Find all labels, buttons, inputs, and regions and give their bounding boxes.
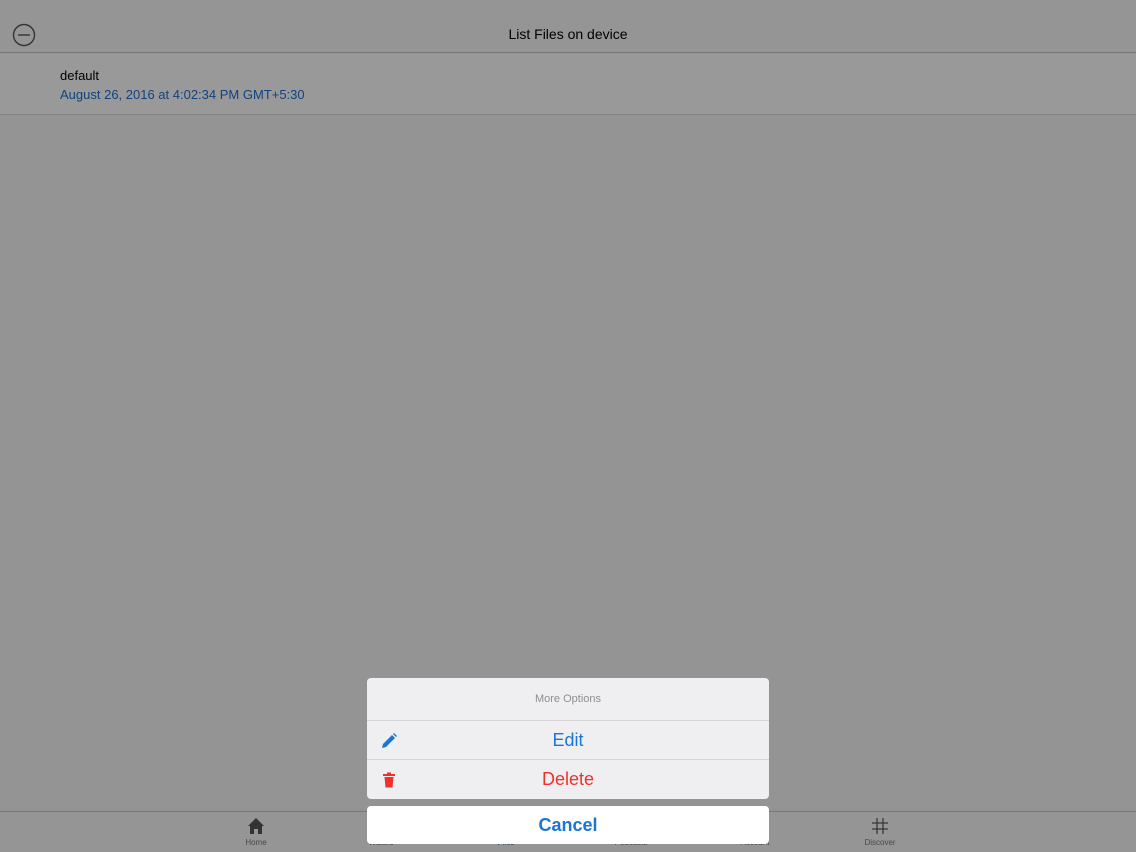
sheet-title: More Options xyxy=(367,678,769,721)
cancel-button[interactable]: Cancel xyxy=(367,806,769,844)
delete-label: Delete xyxy=(541,769,595,789)
delete-button[interactable]: Delete xyxy=(367,760,769,799)
pencil-icon xyxy=(379,731,399,751)
more-options-sheet: More Options Edit Delete xyxy=(367,678,769,799)
trash-icon xyxy=(379,770,399,790)
edit-label: Edit xyxy=(552,729,584,750)
edit-button[interactable]: Edit xyxy=(367,721,769,760)
